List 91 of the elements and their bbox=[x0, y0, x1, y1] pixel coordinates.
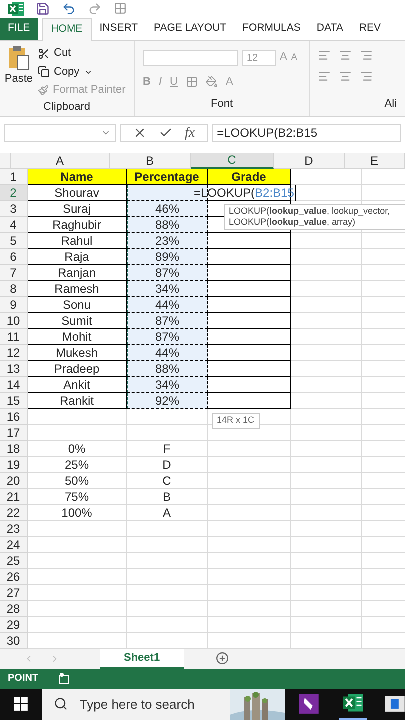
table-cell: Mukesh bbox=[28, 345, 127, 362]
table-cell: Raja bbox=[28, 249, 127, 266]
table-cell: Raghubir bbox=[28, 217, 127, 234]
table-cell: 34% bbox=[127, 281, 208, 298]
table-cell: 0% bbox=[28, 441, 127, 458]
row-header[interactable]: 6 bbox=[0, 249, 28, 266]
table-cell: Pradeep bbox=[28, 361, 127, 378]
table-cell: A bbox=[127, 505, 208, 522]
row-header[interactable]: 2 bbox=[0, 185, 28, 202]
table-cell: 44% bbox=[127, 297, 208, 314]
row-header[interactable]: 15 bbox=[0, 393, 28, 410]
copy-button[interactable]: Copy bbox=[38, 64, 126, 80]
row-header[interactable]: 29 bbox=[0, 617, 28, 634]
sheet-tab[interactable]: Sheet1 bbox=[100, 649, 184, 669]
row-header[interactable]: 23 bbox=[0, 521, 28, 538]
ribbon-tab[interactable]: HOME bbox=[42, 18, 92, 42]
row-header[interactable]: 18 bbox=[0, 441, 28, 458]
selection-size-tooltip: 14R x 1C bbox=[212, 413, 260, 429]
cut-button[interactable]: Cut bbox=[38, 45, 126, 62]
row-header[interactable]: 13 bbox=[0, 361, 28, 378]
group-label: Clipboard bbox=[42, 100, 92, 115]
table-cell: Rankit bbox=[28, 393, 127, 410]
ribbon-tab[interactable]: FILE bbox=[0, 18, 38, 40]
table-cell: Grade bbox=[208, 169, 291, 186]
table-cell: F bbox=[127, 441, 208, 458]
row-header[interactable]: 19 bbox=[0, 457, 28, 474]
table-cell: Ranjan bbox=[28, 265, 127, 282]
ribbon-tab[interactable]: INSERT bbox=[92, 18, 146, 40]
table-cell: 46% bbox=[127, 201, 208, 218]
function-tooltip: LOOKUP(lookup_value, lookup_vector, LOOKUP(lookup_value, array) bbox=[224, 204, 405, 230]
row-header[interactable]: 10 bbox=[0, 313, 28, 330]
table-cell: Sonu bbox=[28, 297, 127, 314]
row-header[interactable]: 14 bbox=[0, 377, 28, 394]
table-cell: 75% bbox=[28, 489, 127, 506]
formula-field[interactable]: =LOOKUP(B2:B15 bbox=[212, 124, 401, 142]
table-cell: Ramesh bbox=[28, 281, 127, 298]
table-cell: B bbox=[127, 489, 208, 506]
table-cell: Rahul bbox=[28, 233, 127, 250]
table-cell: 87% bbox=[127, 313, 208, 330]
row-header[interactable]: 30 bbox=[0, 633, 28, 650]
group-label: Ali bbox=[384, 96, 397, 112]
table-cell: 88% bbox=[127, 361, 208, 378]
ribbon-tab[interactable]: PAGE LAYOUT bbox=[146, 18, 235, 40]
table-cell: Ankit bbox=[28, 377, 127, 394]
row-header[interactable]: 21 bbox=[0, 489, 28, 506]
row-header[interactable]: 28 bbox=[0, 601, 28, 618]
table-cell: Suraj bbox=[28, 201, 127, 218]
row-header[interactable]: 5 bbox=[0, 233, 28, 250]
row-header[interactable]: 7 bbox=[0, 265, 28, 282]
row-header[interactable]: 12 bbox=[0, 345, 28, 362]
row-header[interactable]: 25 bbox=[0, 553, 28, 570]
table-cell: 88% bbox=[127, 217, 208, 234]
paste-button[interactable]: Paste bbox=[0, 45, 38, 99]
row-header[interactable]: 24 bbox=[0, 537, 28, 554]
column-header[interactable]: C bbox=[191, 153, 274, 170]
row-header[interactable]: 26 bbox=[0, 569, 28, 586]
table-cell: 50% bbox=[28, 473, 127, 490]
table-cell: C bbox=[127, 473, 208, 490]
ribbon-tab[interactable]: REV bbox=[351, 18, 389, 40]
table-cell: 92% bbox=[127, 393, 208, 410]
table-cell: 25% bbox=[28, 457, 127, 474]
table-cell: 44% bbox=[127, 345, 208, 362]
row-header[interactable]: 16 bbox=[0, 409, 28, 426]
table-cell: Sumit bbox=[28, 313, 127, 330]
row-header[interactable]: 22 bbox=[0, 505, 28, 522]
search-field[interactable]: Type here to search bbox=[42, 688, 286, 720]
ribbon-tab[interactable]: FORMULAS bbox=[234, 18, 309, 40]
table-cell: 87% bbox=[127, 329, 208, 346]
status-mode: POINT bbox=[8, 672, 39, 686]
group-label: Font bbox=[210, 96, 234, 112]
table-cell: 23% bbox=[127, 233, 208, 250]
table-cell: 100% bbox=[28, 505, 127, 522]
ribbon-tab[interactable]: DATA bbox=[308, 18, 352, 40]
row-header[interactable]: 4 bbox=[0, 217, 28, 234]
table-cell: 87% bbox=[127, 265, 208, 282]
table-cell: Shourav bbox=[28, 185, 127, 202]
row-header[interactable]: 8 bbox=[0, 281, 28, 298]
row-header[interactable]: 1 bbox=[0, 169, 28, 186]
table-cell: 34% bbox=[127, 377, 208, 394]
table-cell: Percentage bbox=[127, 169, 208, 186]
row-header[interactable]: 9 bbox=[0, 297, 28, 314]
row-header[interactable]: 20 bbox=[0, 473, 28, 490]
table-cell: Name bbox=[28, 169, 127, 186]
row-header[interactable]: 11 bbox=[0, 329, 28, 346]
function-icon[interactable]: fx bbox=[185, 122, 196, 144]
table-cell: Mohit bbox=[28, 329, 127, 346]
row-header[interactable]: 17 bbox=[0, 425, 28, 442]
table-cell: D bbox=[127, 457, 208, 474]
row-header[interactable]: 3 bbox=[0, 201, 28, 218]
table-cell: 89% bbox=[127, 249, 208, 266]
row-header[interactable]: 27 bbox=[0, 585, 28, 602]
